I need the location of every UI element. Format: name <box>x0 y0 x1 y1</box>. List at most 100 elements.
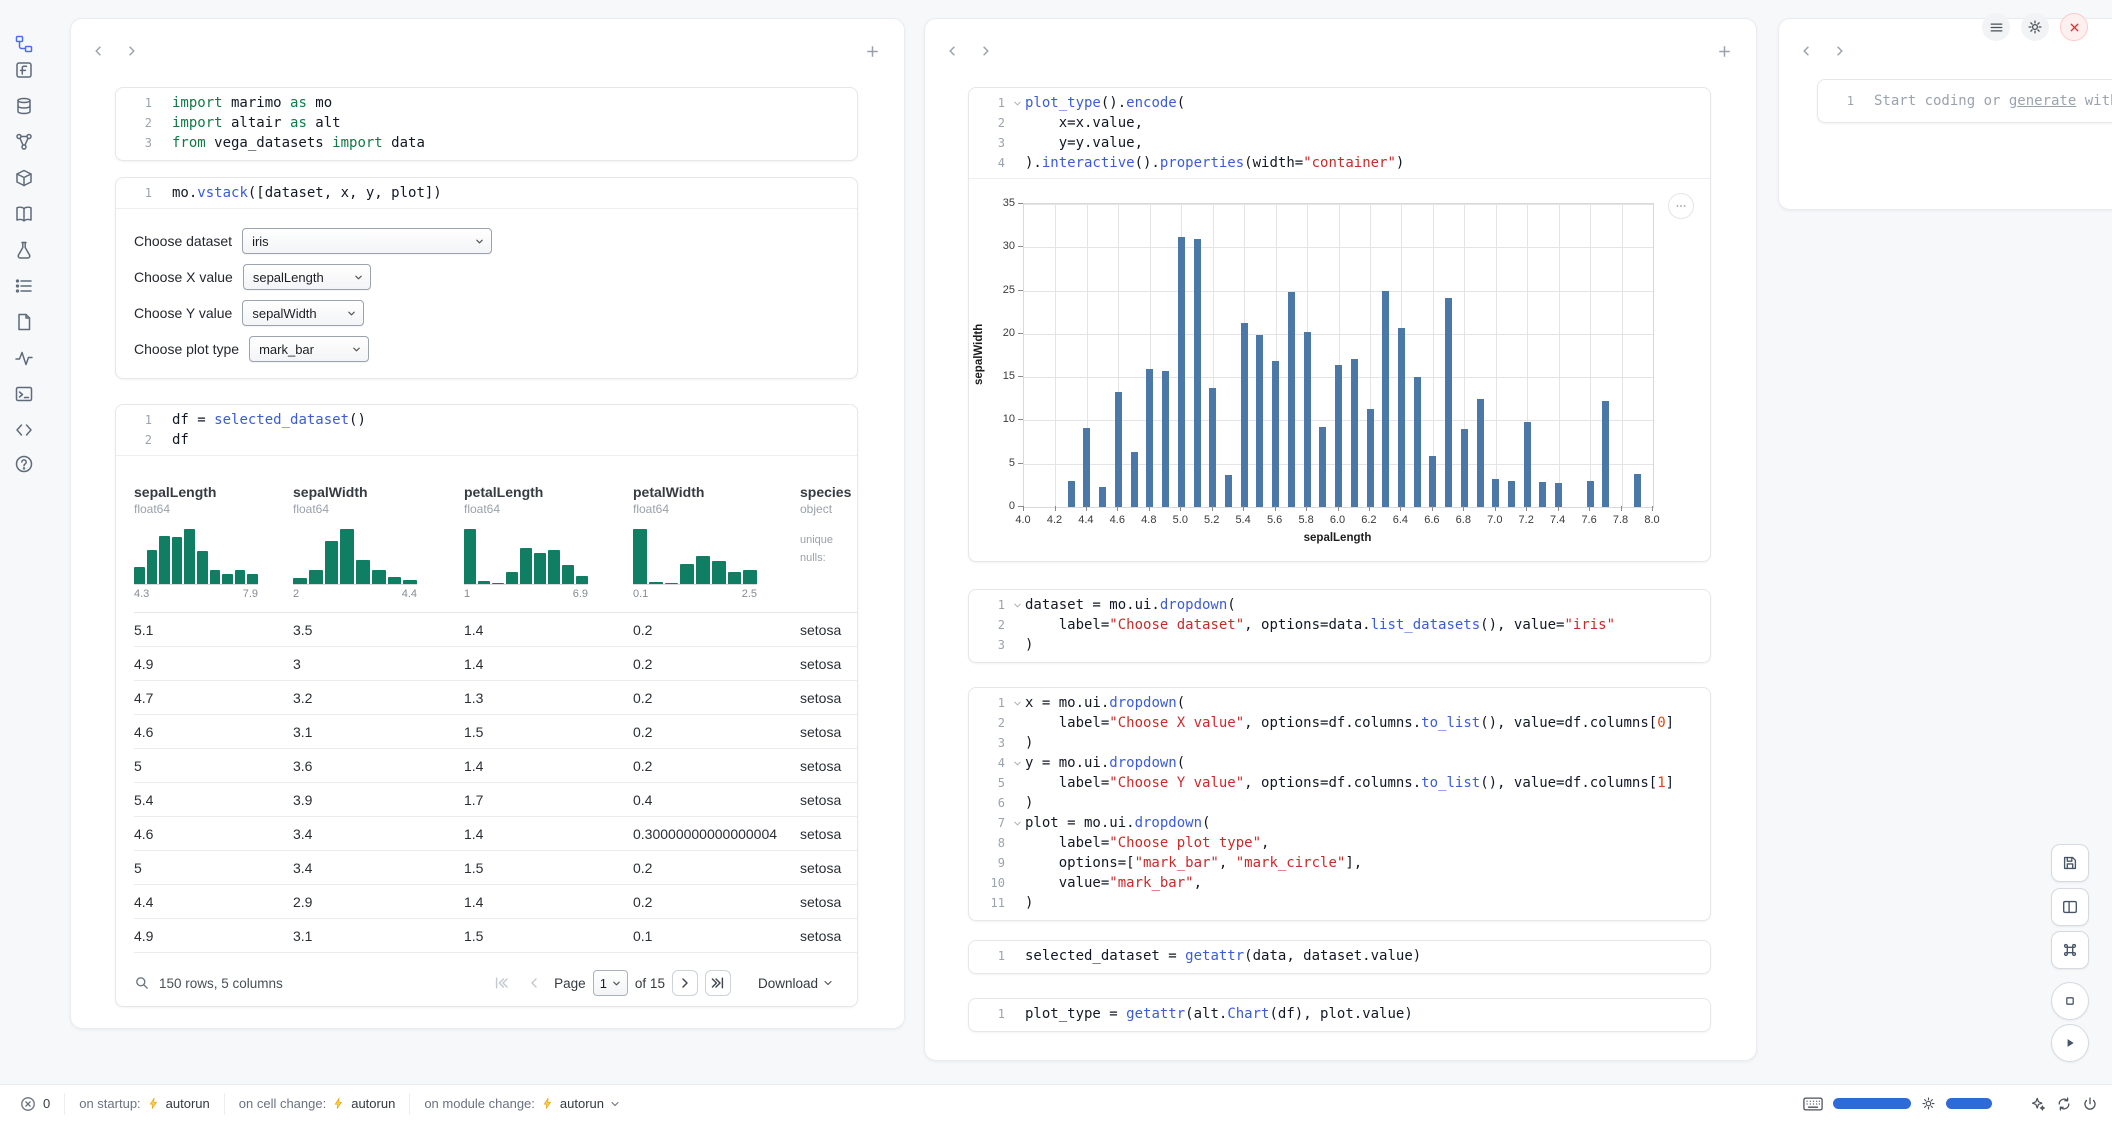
table-search-button[interactable] <box>134 970 150 996</box>
code-line[interactable]: 8 label="Choose plot type", <box>969 833 1710 853</box>
code-editor[interactable]: 1df = selected_dataset()2df <box>116 405 857 455</box>
column-name[interactable]: sepalWidth <box>293 484 464 500</box>
choose-y-value-select[interactable]: sepalWidth <box>242 300 364 326</box>
previous-page-button[interactable] <box>521 970 547 996</box>
menu-icon[interactable] <box>1982 13 2010 41</box>
code-line[interactable]: 9 options=["mark_bar", "mark_circle"], <box>969 853 1710 873</box>
table-row[interactable]: 4.931.40.2setosa <box>134 647 857 681</box>
column-name[interactable]: petalLength <box>464 484 633 500</box>
code-line[interactable]: 6) <box>969 793 1710 813</box>
table-row[interactable]: 5.43.91.70.4setosa <box>134 783 857 817</box>
code-editor[interactable]: 1plot_type().encode(2 x=x.value,3 y=y.va… <box>969 88 1710 178</box>
code-editor[interactable]: 1import marimo as mo2import altair as al… <box>116 88 857 158</box>
reload-icon[interactable] <box>2056 1096 2072 1112</box>
code-line[interactable]: 1import marimo as mo <box>116 93 857 113</box>
errors-indicator[interactable]: 0 <box>14 1095 64 1113</box>
choose-x-value-select[interactable]: sepalLength <box>243 264 371 290</box>
column-name[interactable]: species <box>800 484 857 500</box>
column-scroll-right-button[interactable] <box>973 39 997 63</box>
code-editor[interactable]: 1x = mo.ui.dropdown(2 label="Choose X va… <box>969 688 1710 918</box>
marimo-docs-icon[interactable] <box>13 59 35 81</box>
table-row[interactable]: 4.93.11.50.1setosa <box>134 919 857 953</box>
run-all-button[interactable] <box>2051 1024 2089 1062</box>
table-row[interactable]: 4.42.91.40.2setosa <box>134 885 857 919</box>
choose-plot-type-select[interactable]: mark_bar <box>249 336 369 362</box>
code-line[interactable]: 1selected_dataset = getattr(data, datase… <box>969 946 1710 966</box>
first-page-button[interactable] <box>488 970 514 996</box>
code-line[interactable]: 2 label="Choose X value", options=df.col… <box>969 713 1710 733</box>
keyboard-icon[interactable] <box>1803 1096 1823 1112</box>
column-scroll-left-button[interactable] <box>87 39 111 63</box>
dependency-graph-icon[interactable] <box>13 131 35 153</box>
code-line[interactable]: 7plot = mo.ui.dropdown( <box>969 813 1710 833</box>
on-module-change-config[interactable]: on module change: autorun <box>409 1093 634 1115</box>
code-line[interactable]: 1 Start coding or generate with AI. <box>1818 91 2112 111</box>
table-row[interactable]: 4.63.11.50.2setosa <box>134 715 857 749</box>
code-editor[interactable]: 1mo.vstack([dataset, x, y, plot]) <box>116 178 857 208</box>
column-name[interactable]: petalWidth <box>633 484 800 500</box>
tracing-icon[interactable] <box>13 347 35 369</box>
code-editor[interactable]: 1selected_dataset = getattr(data, datase… <box>969 941 1710 971</box>
column-scroll-left-button[interactable] <box>941 39 965 63</box>
next-page-button[interactable] <box>672 970 698 996</box>
page-select[interactable]: 1 <box>593 970 628 996</box>
logs-icon[interactable] <box>13 311 35 333</box>
code-line[interactable]: 2df <box>116 430 857 450</box>
on-startup-config[interactable]: on startup: autorun <box>64 1093 224 1115</box>
code-line[interactable]: 5 label="Choose Y value", options=df.col… <box>969 773 1710 793</box>
fold-marker-icon[interactable] <box>1009 699 1025 708</box>
code-line[interactable]: 3) <box>969 635 1710 655</box>
code-line[interactable]: 3) <box>969 733 1710 753</box>
fold-marker-icon[interactable] <box>1009 819 1025 828</box>
code-line[interactable]: 2import altair as alt <box>116 113 857 133</box>
fold-marker-icon[interactable] <box>1009 601 1025 610</box>
save-button[interactable] <box>2051 844 2089 882</box>
outline-icon[interactable] <box>13 275 35 297</box>
column-scroll-right-button[interactable] <box>1827 39 1851 63</box>
snippets-icon[interactable] <box>13 419 35 441</box>
code-line[interactable]: 10 value="mark_bar", <box>969 873 1710 893</box>
file-explorer-icon[interactable] <box>13 33 35 55</box>
terminal-icon[interactable] <box>13 383 35 405</box>
layout-select-button[interactable] <box>2051 888 2089 926</box>
code-line[interactable]: 3 y=y.value, <box>969 133 1710 153</box>
code-line[interactable]: 4y = mo.ui.dropdown( <box>969 753 1710 773</box>
fold-marker-icon[interactable] <box>1009 99 1025 108</box>
code-line[interactable]: 3from vega_datasets import data <box>116 133 857 153</box>
scratchpad-icon[interactable] <box>13 239 35 261</box>
ai-assist-icon[interactable] <box>2030 1096 2046 1112</box>
add-cell-button[interactable] <box>1712 39 1736 63</box>
table-row[interactable]: 53.61.40.2setosa <box>134 749 857 783</box>
shutdown-icon[interactable] <box>2060 13 2088 41</box>
code-line[interactable]: 1mo.vstack([dataset, x, y, plot]) <box>116 183 857 203</box>
code-line[interactable]: 1plot_type = getattr(alt.Chart(df), plot… <box>969 1004 1710 1024</box>
keyboard-shortcuts-button[interactable] <box>2051 931 2089 969</box>
download-button[interactable]: Download <box>752 975 839 992</box>
machine-stats-icon[interactable] <box>1921 1096 1936 1111</box>
column-scroll-right-button[interactable] <box>119 39 143 63</box>
documentation-icon[interactable] <box>13 203 35 225</box>
code-line[interactable]: 11) <box>969 893 1710 913</box>
add-cell-button[interactable] <box>860 39 884 63</box>
on-cell-change-config[interactable]: on cell change: autorun <box>224 1093 410 1115</box>
help-icon[interactable] <box>13 453 35 475</box>
column-scroll-left-button[interactable] <box>1795 39 1819 63</box>
last-page-button[interactable] <box>705 970 731 996</box>
chart-actions-button[interactable] <box>1668 193 1694 219</box>
code-line[interactable]: 2 x=x.value, <box>969 113 1710 133</box>
fold-marker-icon[interactable] <box>1009 759 1025 768</box>
table-row[interactable]: 4.63.41.40.30000000000000004setosa <box>134 817 857 851</box>
generate-with-ai-link[interactable]: generate <box>2009 93 2076 109</box>
table-row[interactable]: 53.41.50.2setosa <box>134 851 857 885</box>
packages-icon[interactable] <box>13 167 35 189</box>
power-icon[interactable] <box>2082 1096 2098 1112</box>
column-name[interactable]: sepalLength <box>134 484 293 500</box>
code-line[interactable]: 2 label="Choose dataset", options=data.l… <box>969 615 1710 635</box>
choose-dataset-select[interactable]: iris <box>242 228 492 254</box>
table-row[interactable]: 5.13.51.40.2setosa <box>134 613 857 647</box>
code-line[interactable]: 1x = mo.ui.dropdown( <box>969 693 1710 713</box>
settings-gear-icon[interactable] <box>2021 13 2049 41</box>
empty-code-cell[interactable]: 1 Start coding or generate with AI. <box>1817 79 2112 123</box>
code-line[interactable]: 4).interactive().properties(width="conta… <box>969 153 1710 173</box>
code-line[interactable]: 1plot_type().encode( <box>969 93 1710 113</box>
